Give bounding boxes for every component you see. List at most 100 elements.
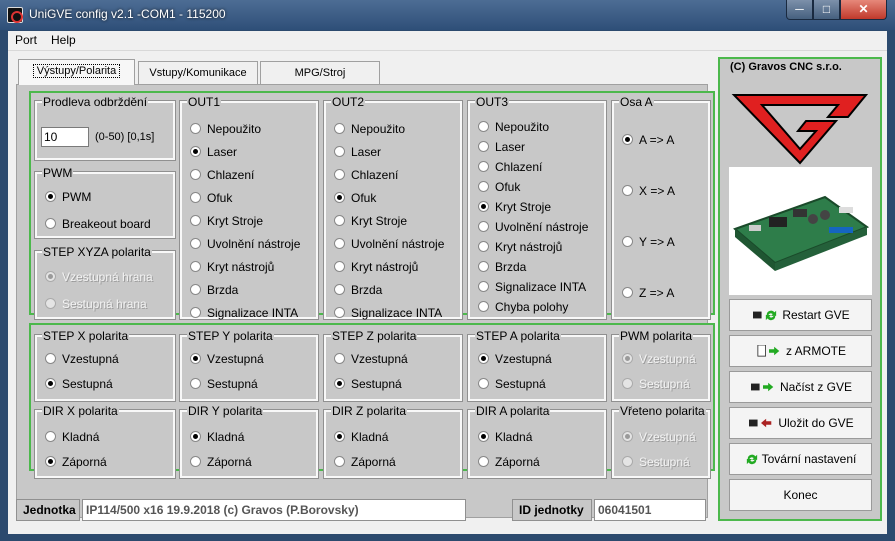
out1-option-7[interactable]: Brzda	[190, 283, 238, 297]
out1-option-1[interactable]: Laser	[190, 145, 237, 159]
restart-gve-button[interactable]: Restart GVE	[729, 299, 872, 331]
out3-option-4[interactable]: Kryt Stroje	[478, 200, 551, 214]
tab-inputs-communication[interactable]: Vstupy/Komunikace	[138, 61, 258, 84]
maximize-button[interactable]: □	[813, 0, 840, 20]
radio-unchecked-icon	[190, 123, 201, 134]
minimize-button[interactable]: ─	[786, 0, 813, 20]
step-y-polarity-option-0[interactable]: Vzestupná	[190, 352, 264, 366]
step-xyza-group: STEP XYZA polarita Vzestupná hrana Sestu…	[34, 245, 176, 320]
factory-reset-button[interactable]: Tovární nastavení	[729, 443, 872, 475]
out2-option-8[interactable]: Signalizace INTA	[334, 306, 442, 320]
out3-option-5[interactable]: Uvolnění nástroje	[478, 220, 588, 234]
pwm-option-pwm[interactable]: PWM	[45, 190, 91, 204]
out3-option-8[interactable]: Signalizace INTA	[478, 280, 586, 294]
dir-a-polarity-option-0[interactable]: Kladná	[478, 430, 532, 444]
pwm-polarity-option-1[interactable]: Sestupná	[622, 377, 690, 391]
radio-checked-icon	[45, 378, 56, 389]
out1-option-3[interactable]: Ofuk	[190, 191, 232, 205]
step-z-polarity-option-0[interactable]: Vzestupná	[334, 352, 408, 366]
out1-option-5[interactable]: Uvolnění nástroje	[190, 237, 300, 251]
pwm-polarity-option-0[interactable]: Vzestupná	[622, 352, 696, 366]
osa-a-option-2[interactable]: Y => A	[622, 235, 675, 249]
radio-checked-icon	[478, 201, 489, 212]
out1-option-0[interactable]: Nepoužito	[190, 122, 261, 136]
close-button[interactable]: ✕	[840, 0, 887, 20]
out2-option-4[interactable]: Kryt Stroje	[334, 214, 407, 228]
menu-bar: Port Help	[8, 31, 887, 51]
out3-option-0[interactable]: Nepoužito	[478, 120, 549, 134]
unit-value-field: IP114/500 x16 19.9.2018 (c) Gravos (P.Bo…	[82, 499, 466, 521]
step-a-polarity-option-0[interactable]: Vzestupná	[478, 352, 552, 366]
out1-option-4[interactable]: Kryt Stroje	[190, 214, 263, 228]
radio-unchecked-icon	[622, 236, 633, 247]
out2-option-2[interactable]: Chlazení	[334, 168, 398, 182]
step-x-polarity-option-1[interactable]: Sestupná	[45, 377, 113, 391]
document-arrow-icon	[755, 344, 786, 358]
pwm-option-breakout[interactable]: Breakeout board	[45, 217, 151, 231]
radio-checked-icon	[190, 353, 201, 364]
osa-a-option-1[interactable]: X => A	[622, 184, 675, 198]
out3-option-6[interactable]: Kryt nástrojů	[478, 240, 562, 254]
out2-option-0[interactable]: Nepoužito	[334, 122, 405, 136]
step-a-polarity-option-1[interactable]: Sestupná	[478, 377, 546, 391]
out2-option-5[interactable]: Uvolnění nástroje	[334, 237, 444, 251]
menu-port[interactable]: Port	[15, 33, 37, 47]
radio-unchecked-icon	[334, 146, 345, 157]
out3-option-1[interactable]: Laser	[478, 140, 525, 154]
dir-x-polarity-option-1[interactable]: Záporná	[45, 455, 107, 469]
vreteno-polarity-option-0[interactable]: Vzestupná	[622, 430, 696, 444]
out3-title: OUT3	[475, 95, 510, 109]
delay-input[interactable]	[41, 127, 89, 147]
out3-option-3[interactable]: Ofuk	[478, 180, 520, 194]
load-from-gve-button[interactable]: Načíst z GVE	[729, 371, 872, 403]
out3-option-2[interactable]: Chlazení	[478, 160, 542, 174]
osa-a-group: Osa A A => A X => A Y => A Z => A	[611, 95, 711, 320]
out2-option-6[interactable]: Kryt nástrojů	[334, 260, 418, 274]
dir-y-polarity-option-0[interactable]: Kladná	[190, 430, 244, 444]
step-y-polarity-option-1[interactable]: Sestupná	[190, 377, 258, 391]
pwm-group: PWM PWM Breakeout board	[34, 166, 176, 239]
out3-option-9[interactable]: Chyba polohy	[478, 300, 568, 314]
dir-z-polarity-option-1[interactable]: Záporná	[334, 455, 396, 469]
radio-unchecked-icon	[334, 284, 345, 295]
delay-group: Prodleva odbrždění (0-50) [0,1s]	[34, 95, 176, 161]
step-xyza-option-falling[interactable]: Sestupná hrana	[45, 297, 147, 311]
step-z-polarity-option-1[interactable]: Sestupná	[334, 377, 402, 391]
dir-z-polarity-option-0[interactable]: Kladná	[334, 430, 388, 444]
refresh-icon	[745, 452, 762, 466]
out1-option-8[interactable]: Signalizace INTA	[190, 306, 298, 320]
out1-option-2[interactable]: Chlazení	[190, 168, 254, 182]
osa-a-option-0[interactable]: A => A	[622, 133, 674, 147]
vreteno-polarity-option-1[interactable]: Sestupná	[622, 455, 690, 469]
radio-unchecked-icon	[478, 181, 489, 192]
osa-a-option-3[interactable]: Z => A	[622, 286, 674, 300]
out2-title: OUT2	[331, 95, 366, 109]
step-xyza-option-rising[interactable]: Vzestupná hrana	[45, 270, 153, 284]
gravos-logo	[728, 77, 872, 181]
menu-help[interactable]: Help	[51, 33, 76, 47]
pwm-title: PWM	[42, 166, 74, 180]
radio-unchecked-icon	[190, 215, 201, 226]
out1-option-6[interactable]: Kryt nástrojů	[190, 260, 274, 274]
out2-option-7[interactable]: Brzda	[334, 283, 382, 297]
tab-outputs-polarity[interactable]: Výstupy/Polarita	[18, 59, 135, 85]
radio-unchecked-icon	[478, 121, 489, 132]
dir-y-polarity-option-1[interactable]: Záporná	[190, 455, 252, 469]
from-armote-button[interactable]: z ARMOTE	[729, 335, 872, 367]
dir-x-polarity-title: DIR X polarita	[42, 404, 119, 418]
step-z-polarity-group: STEP Z polarita Vzestupná Sestupná	[323, 329, 463, 402]
out2-option-1[interactable]: Laser	[334, 145, 381, 159]
radio-unchecked-icon	[334, 307, 345, 318]
title-bar[interactable]: UniGVE config v2.1 -COM1 - 115200 ─ □ ✕	[0, 0, 895, 30]
radio-unchecked-icon	[45, 353, 56, 364]
out2-option-3[interactable]: Ofuk	[334, 191, 376, 205]
dir-x-polarity-option-0[interactable]: Kladná	[45, 430, 99, 444]
radio-checked-icon	[622, 431, 633, 442]
radio-unchecked-icon	[478, 141, 489, 152]
save-to-gve-button[interactable]: Uložit do GVE	[729, 407, 872, 439]
step-x-polarity-option-0[interactable]: Vzestupná	[45, 352, 119, 366]
out3-option-7[interactable]: Brzda	[478, 260, 526, 274]
tab-mpg-machine[interactable]: MPG/Stroj	[260, 61, 380, 84]
dir-a-polarity-option-1[interactable]: Záporná	[478, 455, 540, 469]
radio-unchecked-icon	[334, 238, 345, 249]
